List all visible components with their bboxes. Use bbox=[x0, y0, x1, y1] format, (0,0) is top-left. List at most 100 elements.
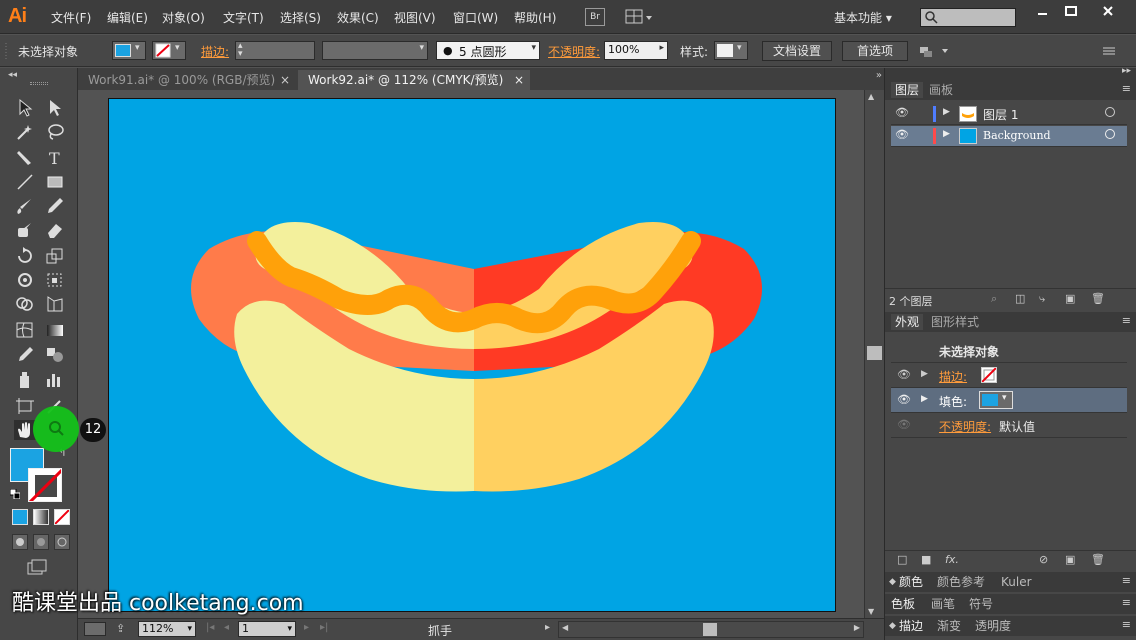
stroke-swatch[interactable] bbox=[981, 367, 997, 383]
scroll-down-icon[interactable]: ▼ bbox=[868, 607, 874, 616]
arrange-panel-button[interactable] bbox=[918, 43, 952, 59]
appearance-fill-row[interactable]: 👁 ▶ 填色: ▾ bbox=[891, 388, 1127, 413]
panel-menu-icon[interactable]: ≡ bbox=[1122, 618, 1131, 631]
opacity-label[interactable]: 不透明度: bbox=[548, 43, 600, 60]
rectangle-tool[interactable] bbox=[44, 172, 66, 192]
panel-menu-icon[interactable]: ≡ bbox=[1122, 596, 1131, 609]
delete-layer-icon[interactable]: 🗑 bbox=[1091, 292, 1105, 305]
eraser-tool[interactable] bbox=[44, 220, 66, 240]
scroll-right-icon[interactable]: ▶ bbox=[854, 623, 860, 632]
tab-brushes[interactable]: 画笔 bbox=[931, 596, 955, 612]
stroke-label[interactable]: 描边: bbox=[939, 368, 967, 385]
last-artboard-icon[interactable]: ▸| bbox=[320, 622, 328, 633]
status-menu-icon[interactable]: ▸ bbox=[545, 622, 550, 633]
tab-stroke[interactable]: 描边 bbox=[899, 618, 923, 634]
draw-inside-button[interactable] bbox=[54, 534, 70, 550]
warp-tool[interactable] bbox=[14, 270, 36, 290]
expand-triangle-icon[interactable]: ▶ bbox=[921, 394, 928, 404]
stroke-color-box[interactable] bbox=[28, 468, 62, 502]
previous-artboard-icon[interactable]: ◂ bbox=[224, 622, 229, 633]
paintbrush-tool[interactable] bbox=[14, 196, 36, 216]
screen-mode-button[interactable] bbox=[26, 558, 50, 576]
target-circle-icon[interactable] bbox=[1105, 107, 1115, 117]
expand-triangle-icon[interactable]: ▶ bbox=[921, 369, 928, 379]
arrange-documents-button[interactable] bbox=[625, 8, 653, 26]
close-icon[interactable]: × bbox=[280, 70, 290, 90]
menu-select[interactable]: 选择(S) bbox=[280, 9, 321, 26]
eye-icon[interactable]: 👁 bbox=[897, 418, 911, 431]
selection-tool[interactable] bbox=[14, 98, 36, 118]
collapse-toolbox-icon[interactable]: ◂◂ bbox=[8, 70, 17, 80]
add-stroke-icon[interactable]: □ bbox=[897, 553, 907, 566]
fill-swatch-dropdown[interactable]: ▾ bbox=[112, 41, 146, 60]
brush-definition-dropdown[interactable]: ● 5 点圆形 ▾ bbox=[436, 41, 540, 60]
tab-gradient[interactable]: 渐变 bbox=[937, 618, 961, 634]
close-button[interactable] bbox=[1086, 3, 1130, 19]
tab-appearance[interactable]: 外观 bbox=[891, 314, 924, 330]
graphic-style-dropdown[interactable]: ▾ bbox=[714, 41, 748, 60]
tab-work91[interactable]: Work91.ai* @ 100% (RGB/预览) × bbox=[78, 70, 296, 90]
blob-brush-tool[interactable] bbox=[14, 220, 36, 240]
gradient-tool[interactable] bbox=[44, 320, 66, 340]
stroke-swatch-dropdown[interactable]: ▾ bbox=[152, 41, 186, 60]
zoom-dropdown[interactable]: 112% ▾ bbox=[138, 621, 196, 637]
close-icon[interactable]: × bbox=[514, 70, 524, 90]
fill-swatch-dropdown[interactable]: ▾ bbox=[979, 391, 1013, 409]
tab-color[interactable]: 颜色 bbox=[899, 574, 923, 590]
eye-icon[interactable]: 👁 bbox=[897, 368, 911, 381]
tab-color-guide[interactable]: 颜色参考 bbox=[937, 574, 985, 590]
variable-width-dropdown[interactable]: ▾ bbox=[322, 41, 428, 60]
vertical-scrollbar[interactable]: ▲ ▼ bbox=[864, 90, 884, 618]
layer-name[interactable]: 图层 1 bbox=[983, 106, 1018, 123]
eye-icon[interactable]: 👁 bbox=[895, 106, 909, 119]
target-circle-icon[interactable] bbox=[1105, 129, 1115, 139]
blend-tool[interactable] bbox=[44, 344, 66, 364]
maximize-button[interactable] bbox=[1056, 3, 1086, 19]
color-mode-button[interactable] bbox=[12, 509, 28, 525]
tab-kuler[interactable]: Kuler bbox=[1001, 574, 1032, 590]
scroll-left-icon[interactable]: ◀ bbox=[562, 623, 568, 632]
eye-icon[interactable]: 👁 bbox=[895, 128, 909, 141]
expand-panel-icon[interactable]: ◆ bbox=[889, 618, 896, 634]
tab-transparency[interactable]: 透明度 bbox=[975, 618, 1011, 634]
column-graph-tool[interactable] bbox=[44, 370, 66, 390]
clear-appearance-icon[interactable]: ⊘ bbox=[1039, 553, 1048, 566]
locate-object-icon[interactable]: ⌕ bbox=[991, 292, 997, 306]
bridge-button[interactable]: Br bbox=[585, 8, 605, 26]
add-fill-icon[interactable]: ■ bbox=[921, 553, 931, 566]
search-input[interactable] bbox=[920, 8, 1016, 27]
layer-row-background[interactable]: 👁 ▶ Background bbox=[891, 126, 1127, 147]
draw-behind-button[interactable] bbox=[33, 534, 49, 550]
clipping-mask-icon[interactable]: ◫ bbox=[1015, 292, 1025, 305]
control-panel-menu-button[interactable] bbox=[1100, 43, 1120, 59]
line-segment-tool[interactable] bbox=[14, 172, 36, 192]
expand-triangle-icon[interactable]: ▶ bbox=[943, 107, 950, 117]
menu-type[interactable]: 文字(T) bbox=[223, 9, 264, 26]
tab-work92[interactable]: Work92.ai* @ 112% (CMYK/预览) × bbox=[298, 70, 530, 90]
panel-menu-icon[interactable]: ≡ bbox=[1122, 82, 1131, 95]
menu-edit[interactable]: 编辑(E) bbox=[107, 9, 148, 26]
expand-triangle-icon[interactable]: ▶ bbox=[943, 129, 950, 139]
eyedropper-tool[interactable] bbox=[14, 344, 36, 364]
pen-tool[interactable] bbox=[14, 148, 36, 168]
tab-swatches[interactable]: 色板 bbox=[891, 596, 915, 612]
none-mode-button[interactable] bbox=[54, 509, 70, 525]
artboard-number-input[interactable]: 1 ▾ bbox=[238, 621, 296, 637]
tab-symbols[interactable]: 符号 bbox=[969, 596, 993, 612]
direct-selection-tool[interactable] bbox=[44, 98, 66, 118]
add-effect-icon[interactable]: fx. bbox=[945, 553, 959, 566]
workspace-switcher[interactable]: 基本功能 ▾ bbox=[834, 9, 892, 26]
panel-menu-icon[interactable]: ≡ bbox=[1122, 574, 1131, 587]
menu-effect[interactable]: 效果(C) bbox=[337, 9, 379, 26]
document-setup-button[interactable]: 文档设置 bbox=[762, 41, 832, 61]
type-tool[interactable]: T bbox=[44, 148, 66, 168]
collapse-dock-icon[interactable]: ▸▸ bbox=[1122, 66, 1131, 76]
hotdog-artwork[interactable] bbox=[109, 99, 836, 612]
hscroll-thumb[interactable] bbox=[703, 623, 717, 636]
default-fill-stroke-button[interactable] bbox=[9, 488, 21, 500]
scale-tool[interactable] bbox=[44, 246, 66, 266]
tab-graphic-styles[interactable]: 图形样式 bbox=[931, 314, 979, 330]
menu-window[interactable]: 窗口(W) bbox=[453, 9, 498, 26]
gpu-preview-button[interactable] bbox=[84, 622, 106, 636]
pencil-tool[interactable] bbox=[44, 196, 66, 216]
